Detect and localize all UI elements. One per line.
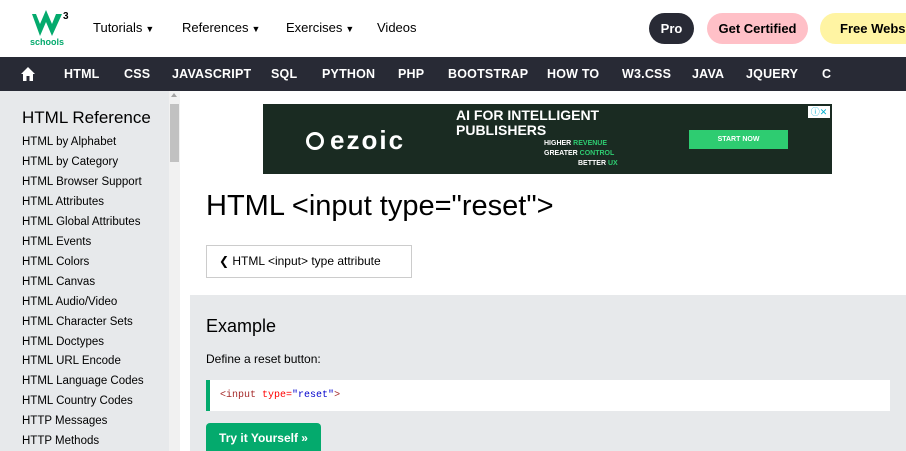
nav-videos[interactable]: Videos: [377, 20, 417, 35]
subject-nav-sql[interactable]: SQL: [271, 67, 297, 81]
get-certified-button[interactable]: Get Certified: [707, 13, 808, 44]
sidebar: HTML Reference HTML by Alphabet HTML by …: [0, 91, 180, 451]
subject-nav-c[interactable]: C: [822, 67, 831, 81]
code-value: "reset": [292, 390, 335, 401]
caret-down-icon: ▼: [345, 24, 355, 34]
free-website-button[interactable]: Free Websit: [820, 13, 906, 44]
logo-superscript: 3: [63, 11, 69, 22]
code-tag-close: >: [334, 390, 341, 401]
page-title: HTML <input type="reset">: [206, 190, 554, 222]
code-tag-open: <input: [220, 390, 263, 401]
ad-brand-logo: ezoic: [306, 125, 405, 156]
caret-down-icon: ▼: [251, 24, 261, 34]
sidebar-title: HTML Reference: [22, 108, 151, 127]
subject-nav-php[interactable]: PHP: [398, 67, 424, 81]
subject-nav-java[interactable]: JAVA: [692, 67, 724, 81]
sidebar-item[interactable]: HTML Doctypes: [22, 336, 104, 348]
ad-subline: GREATER CONTROL: [544, 150, 614, 157]
subject-nav-python[interactable]: PYTHON: [322, 67, 375, 81]
sidebar-item[interactable]: HTML Browser Support: [22, 176, 142, 188]
nav-videos-label: Videos: [377, 20, 417, 35]
ad-headline-line1: AI FOR INTELLIGENT: [456, 107, 600, 123]
ad-subline-2b: CONTROL: [579, 150, 615, 157]
code-block: <input type="reset">: [206, 380, 890, 411]
sidebar-item[interactable]: HTML Character Sets: [22, 316, 133, 328]
sidebar-item[interactable]: HTML Attributes: [22, 196, 104, 208]
nav-references-label: References: [182, 20, 249, 35]
subject-nav-bootstrap[interactable]: BOOTSTRAP: [448, 67, 528, 81]
nav-tutorials[interactable]: Tutorials ▼: [93, 20, 154, 35]
sidebar-item[interactable]: HTML URL Encode: [22, 355, 121, 367]
pro-button[interactable]: Pro: [649, 13, 694, 44]
ad-brand-text: ezoic: [330, 125, 406, 155]
sidebar-item[interactable]: HTML by Alphabet: [22, 136, 116, 148]
nav-references[interactable]: References ▼: [182, 20, 260, 35]
nav-exercises-label: Exercises: [286, 20, 343, 35]
ad-headline: AI FOR INTELLIGENT PUBLISHERS: [456, 108, 599, 138]
ad-subline-2a: GREATER: [544, 150, 580, 157]
nav-tutorials-label: Tutorials: [93, 20, 143, 35]
scroll-up-icon[interactable]: [171, 93, 177, 97]
try-it-yourself-button[interactable]: Try it Yourself »: [206, 423, 321, 451]
example-description: Define a reset button:: [206, 352, 321, 366]
sidebar-item[interactable]: HTML Canvas: [22, 276, 95, 288]
ad-subline-1b: REVENUE: [573, 140, 608, 147]
ad-subline-1a: HIGHER: [544, 140, 574, 147]
subject-nav-howto[interactable]: HOW TO: [547, 67, 599, 81]
home-icon[interactable]: [20, 66, 36, 82]
sidebar-item[interactable]: HTML Language Codes: [22, 375, 144, 387]
code-attr: type: [262, 390, 287, 401]
sidebar-item[interactable]: HTML Global Attributes: [22, 216, 140, 228]
sidebar-item[interactable]: HTML Audio/Video: [22, 296, 117, 308]
sidebar-item[interactable]: HTTP Messages: [22, 415, 107, 427]
subject-nav-bar: HTML CSS JAVASCRIPT SQL PYTHON PHP BOOTS…: [0, 57, 906, 91]
sidebar-scrollbar-thumb[interactable]: [170, 104, 179, 162]
subject-nav-javascript[interactable]: JAVASCRIPT: [172, 67, 251, 81]
top-bar: 3 schools Tutorials ▼ References ▼ Exercis…: [0, 0, 906, 57]
sidebar-item[interactable]: HTML Events: [22, 236, 91, 248]
subject-nav-w3css[interactable]: W3.CSS: [622, 67, 671, 81]
ezoic-ring-icon: [306, 132, 324, 150]
ad-banner[interactable]: ezoic AI FOR INTELLIGENT PUBLISHERS HIGH…: [263, 104, 832, 174]
subject-nav-jquery[interactable]: JQUERY: [746, 67, 798, 81]
ad-subline-3b: UX: [607, 160, 618, 167]
example-title: Example: [206, 316, 277, 336]
previous-page-button[interactable]: ❮ HTML <input> type attribute: [206, 245, 412, 278]
sidebar-item[interactable]: HTTP Methods: [22, 435, 99, 447]
logo-subtext: schools: [30, 37, 65, 47]
ad-start-now-button[interactable]: START NOW: [689, 130, 788, 149]
code-text: <input type="reset">: [220, 390, 340, 401]
sidebar-item[interactable]: HTML Colors: [22, 256, 89, 268]
example-box: Example Define a reset button: <input ty…: [190, 295, 906, 451]
sidebar-item[interactable]: HTML Country Codes: [22, 395, 133, 407]
ad-subline: BETTER UX: [578, 160, 618, 167]
nav-exercises[interactable]: Exercises ▼: [286, 20, 354, 35]
ad-subline: HIGHER REVENUE: [544, 140, 607, 147]
caret-down-icon: ▼: [145, 24, 155, 34]
subject-nav-html[interactable]: HTML: [64, 67, 100, 81]
ad-close-icon[interactable]: ⓘ✕: [808, 106, 830, 118]
sidebar-item[interactable]: HTML by Category: [22, 156, 118, 168]
ad-subline-3a: BETTER: [578, 160, 608, 167]
subject-nav-css[interactable]: CSS: [124, 67, 150, 81]
ad-headline-line2: PUBLISHERS: [456, 122, 547, 138]
